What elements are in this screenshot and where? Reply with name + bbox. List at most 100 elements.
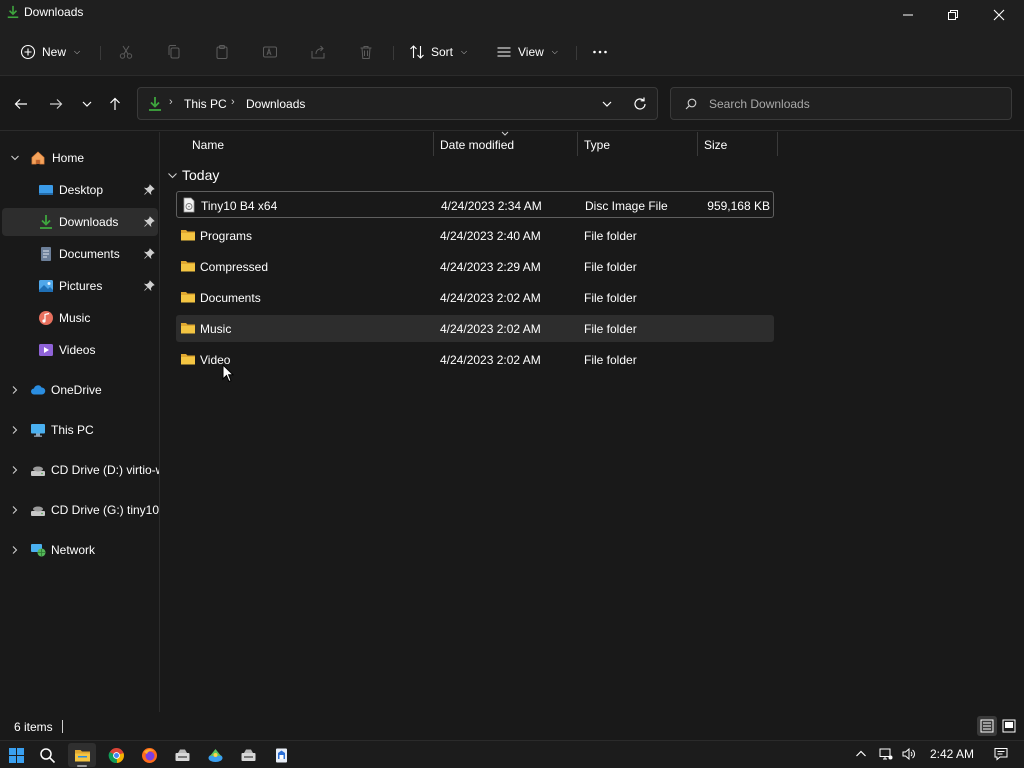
column-header-date-modified[interactable]: Date modified (440, 132, 514, 158)
column-divider[interactable] (577, 132, 578, 156)
minimize-button[interactable] (885, 0, 931, 30)
pin-icon[interactable] (143, 216, 155, 228)
search-icon (39, 747, 55, 763)
network-status-button[interactable] (878, 746, 894, 762)
see-more-button[interactable] (592, 38, 608, 66)
taskbar-search-button[interactable] (33, 743, 61, 767)
file-name: Compressed (200, 260, 269, 274)
show-hidden-icons-button[interactable] (853, 746, 869, 762)
sidebar-item-videos[interactable]: Videos (2, 336, 158, 364)
details-view-button[interactable] (977, 716, 997, 736)
sort-button[interactable]: Sort ⌵ (409, 38, 467, 66)
sidebar-item-onedrive[interactable]: OneDrive (2, 376, 158, 404)
breadcrumb-downloads[interactable]: Downloads (246, 97, 305, 111)
taskbar-chrome[interactable] (102, 743, 130, 767)
file-date: 4/24/2023 2:34 AM (441, 199, 542, 213)
file-row[interactable]: Tiny10 B4 x64 4/24/2023 2:34 AM Disc Ima… (176, 191, 774, 218)
paste-button[interactable] (214, 38, 230, 66)
cd-drive-icon (31, 506, 45, 516)
scissors-icon (119, 45, 133, 59)
active-indicator (77, 765, 87, 767)
sidebar-item-pictures[interactable]: Pictures (2, 272, 158, 300)
chevron-right-icon[interactable] (10, 465, 20, 475)
column-header-size[interactable]: Size (704, 132, 727, 158)
address-bar[interactable]: › This PC › Downloads (137, 87, 658, 120)
file-type: Disc Image File (585, 199, 668, 213)
arrow-up-icon (110, 97, 120, 110)
download-icon (40, 215, 52, 229)
forward-button[interactable] (45, 93, 67, 115)
up-button[interactable] (104, 93, 126, 115)
restore-button[interactable] (930, 0, 976, 30)
sidebar-item-network[interactable]: Network (2, 536, 158, 564)
sidebar-item-label: CD Drive (G:) tiny10 : (51, 503, 160, 517)
file-row[interactable]: Compressed 4/24/2023 2:29 AM File folder (176, 253, 774, 280)
search-box[interactable] (670, 87, 1012, 120)
pin-icon[interactable] (143, 280, 155, 292)
delete-button[interactable] (358, 38, 374, 66)
file-row[interactable]: Video 4/24/2023 2:02 AM File folder (176, 346, 774, 373)
back-button[interactable] (10, 93, 32, 115)
navigation-pane: Home Desktop Downloads Documents Picture… (0, 132, 160, 712)
recent-locations-button[interactable] (76, 93, 98, 115)
sidebar-item-music[interactable]: Music (2, 304, 158, 332)
chevron-down-icon[interactable] (10, 153, 20, 163)
column-divider[interactable] (433, 132, 434, 156)
taskbar-app[interactable] (168, 743, 196, 767)
column-divider[interactable] (777, 132, 778, 156)
notifications-button[interactable] (993, 746, 1009, 762)
sidebar-item-label: Home (52, 151, 85, 165)
search-input[interactable] (709, 95, 999, 113)
pin-icon[interactable] (143, 184, 155, 196)
new-button[interactable]: New ⌵ (20, 38, 80, 66)
sidebar-item-label: CD Drive (D:) virtio-w (51, 463, 160, 477)
column-header-name[interactable]: Name (192, 132, 224, 158)
sidebar-item-cd-drive-g[interactable]: CD Drive (G:) tiny10 : (2, 496, 160, 524)
breadcrumb-this-pc[interactable]: This PC (184, 97, 227, 111)
preview-view-button[interactable] (999, 716, 1019, 736)
file-type: File folder (584, 322, 637, 336)
chevron-right-icon[interactable] (10, 385, 20, 395)
taskbar-app[interactable] (234, 743, 262, 767)
file-row[interactable]: Programs 4/24/2023 2:40 AM File folder (176, 222, 774, 249)
sidebar-item-home[interactable]: Home (2, 144, 158, 172)
chevron-right-icon[interactable] (10, 425, 20, 435)
divider (100, 46, 101, 60)
sidebar-item-cd-drive-d[interactable]: CD Drive (D:) virtio-w (2, 456, 160, 484)
sidebar-item-documents[interactable]: Documents (2, 240, 158, 268)
file-row[interactable]: Documents 4/24/2023 2:02 AM File folder (176, 284, 774, 311)
taskbar-file-explorer[interactable] (68, 743, 96, 767)
file-name: Tiny10 B4 x64 (201, 199, 278, 213)
start-button[interactable] (2, 743, 30, 767)
rename-button[interactable] (262, 38, 278, 66)
taskbar-app[interactable] (267, 743, 295, 767)
view-icon (497, 47, 511, 57)
share-button[interactable] (310, 38, 326, 66)
clock[interactable]: 2:42 AM (930, 747, 974, 761)
chevron-right-icon[interactable] (10, 545, 20, 555)
taskbar-app[interactable] (201, 743, 229, 767)
chevron-right-icon[interactable] (10, 505, 20, 515)
close-button[interactable] (976, 0, 1022, 30)
pin-icon[interactable] (143, 248, 155, 260)
refresh-icon[interactable] (632, 96, 648, 112)
file-row[interactable]: Music 4/24/2023 2:02 AM File folder (176, 315, 774, 342)
volume-button[interactable] (901, 746, 917, 762)
sidebar-item-label: Videos (59, 343, 96, 357)
pictures-icon (39, 280, 53, 292)
file-type: File folder (584, 229, 637, 243)
copy-button[interactable] (166, 38, 182, 66)
divider (62, 720, 63, 733)
taskbar-firefox[interactable] (135, 743, 163, 767)
chevron-down-icon[interactable] (600, 97, 614, 111)
view-button[interactable]: View ⌵ (496, 38, 558, 66)
sidebar-item-this-pc[interactable]: This PC (2, 416, 158, 444)
column-divider[interactable] (697, 132, 698, 156)
sidebar-item-desktop[interactable]: Desktop (2, 176, 158, 204)
cut-button[interactable] (118, 38, 134, 66)
sidebar-item-downloads[interactable]: Downloads (2, 208, 158, 236)
group-header-today[interactable]: Today (167, 167, 219, 183)
folder-icon (181, 292, 195, 303)
column-header-type[interactable]: Type (584, 132, 610, 158)
file-size: 959,168 KB (707, 199, 770, 213)
